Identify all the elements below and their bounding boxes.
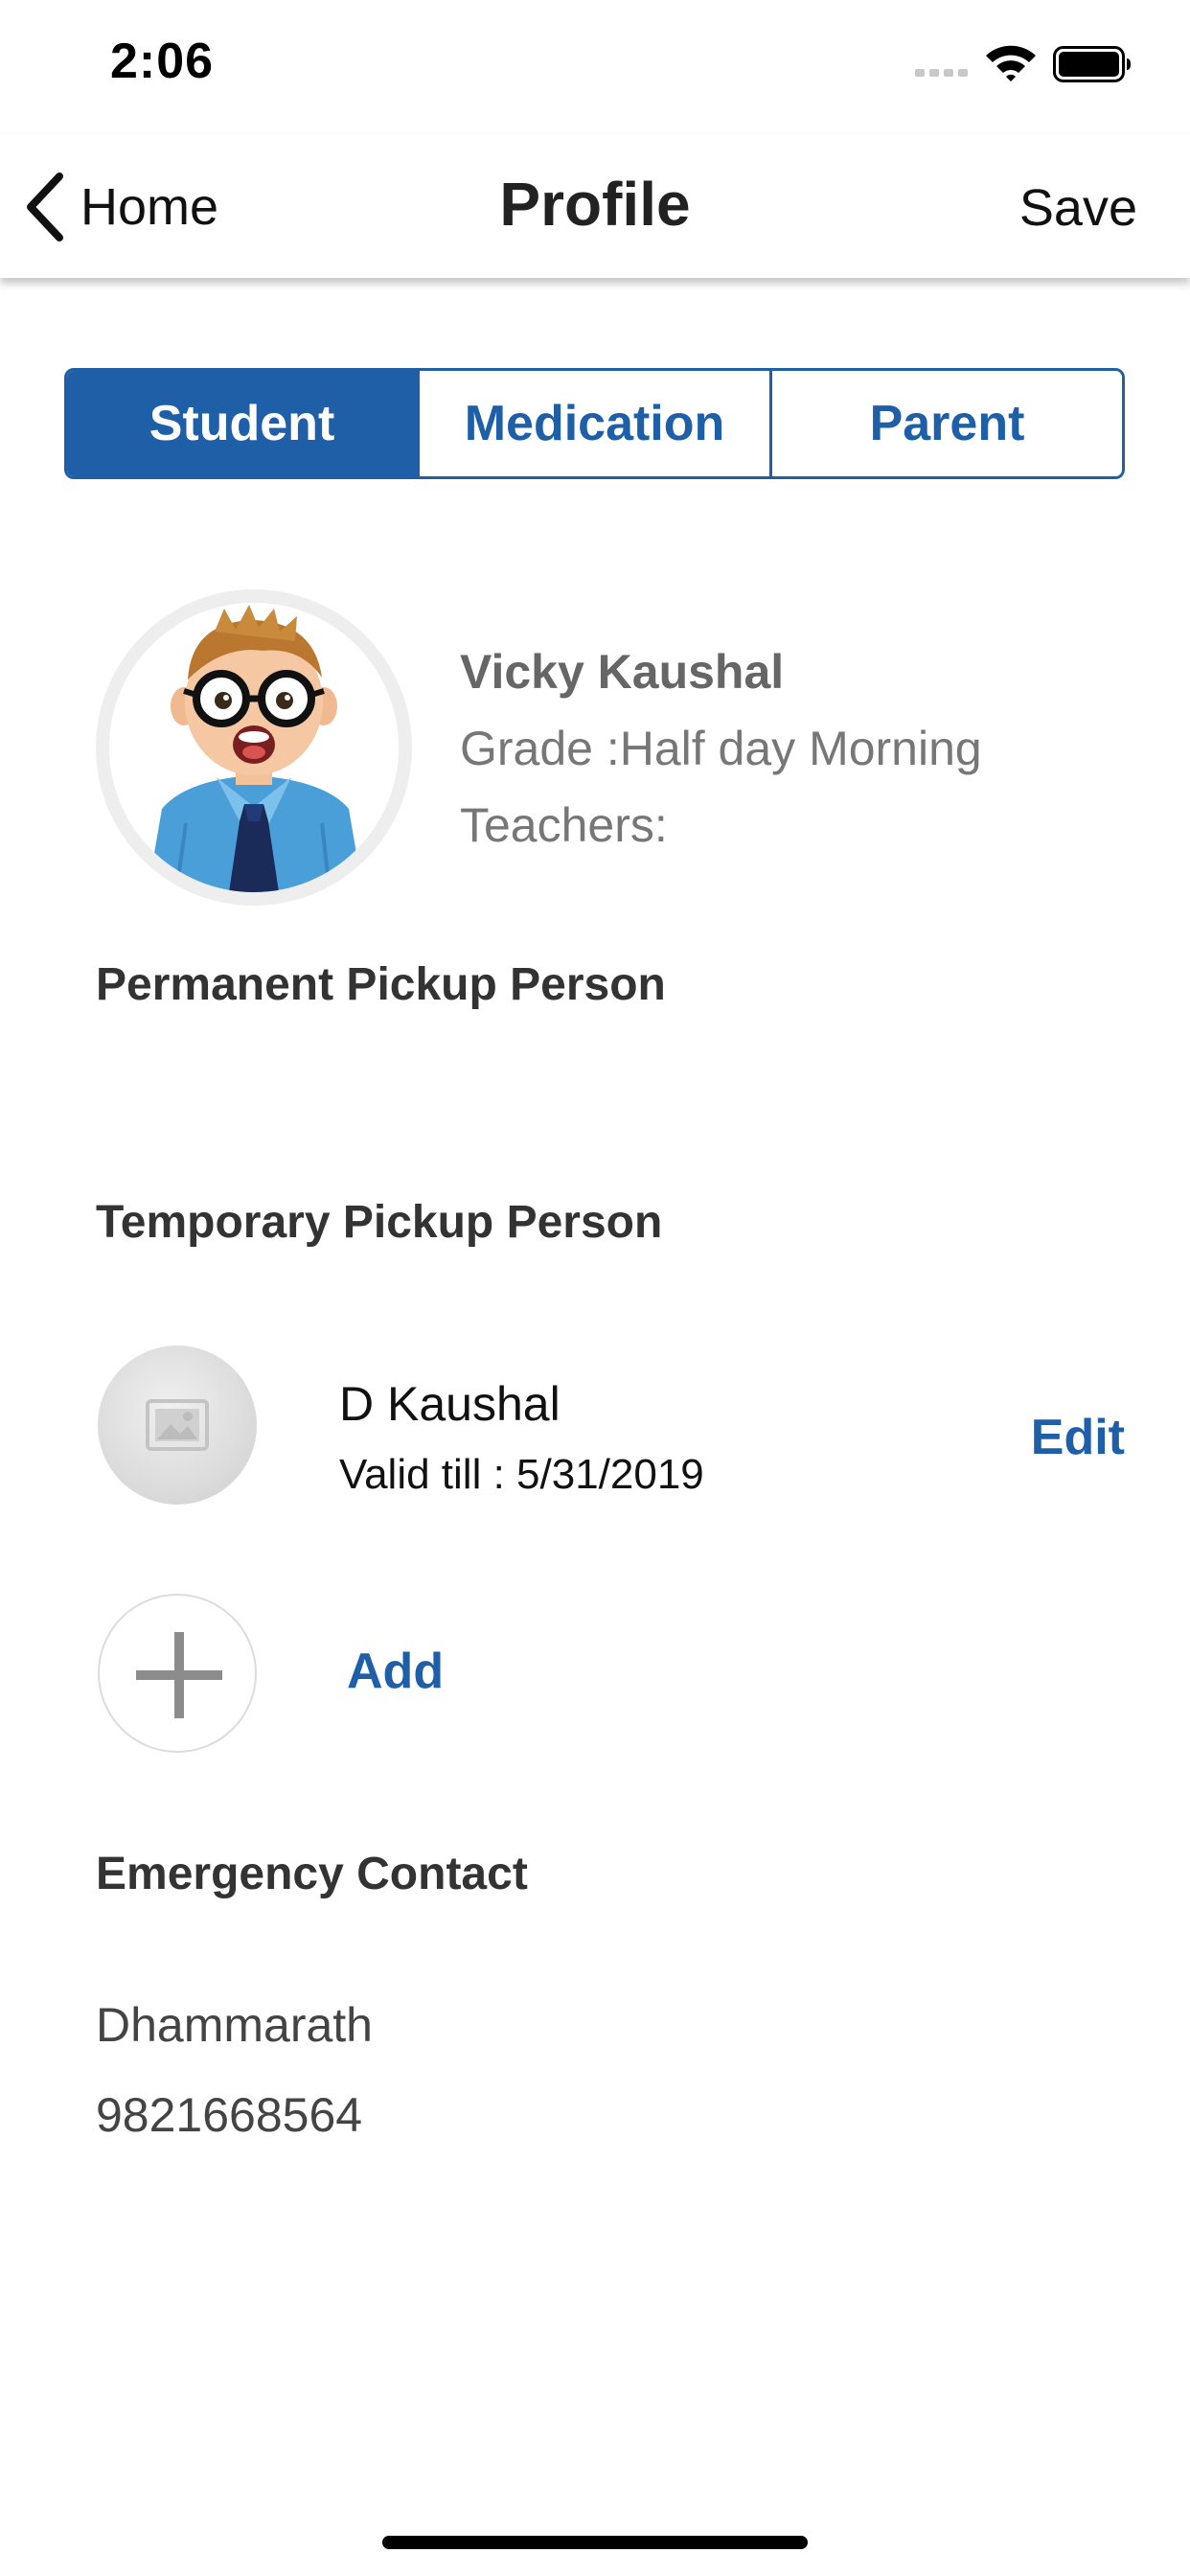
pickup-person-valid-till: Valid till : 5/31/2019 <box>339 1451 704 1498</box>
student-avatar <box>96 589 412 906</box>
student-photo <box>109 603 399 892</box>
emergency-contact-heading: Emergency Contact <box>96 1849 528 1899</box>
student-name: Vicky Kaushal <box>460 645 785 699</box>
pickup-person-avatar <box>98 1346 257 1505</box>
page-title: Profile <box>499 170 691 239</box>
battery-icon <box>1053 46 1131 82</box>
image-placeholder-icon <box>146 1399 209 1451</box>
save-button[interactable]: Save <box>1019 178 1137 238</box>
tab-student[interactable]: Student <box>67 371 417 476</box>
pickup-person-name: D Kaushal <box>339 1377 561 1431</box>
emergency-contact-name: Dhammarath <box>96 1998 373 2052</box>
add-pickup-label[interactable]: Add <box>347 1643 444 1700</box>
wifi-icon <box>986 45 1036 81</box>
student-teachers: Teachers: <box>460 798 668 852</box>
temporary-pickup-heading: Temporary Pickup Person <box>96 1197 663 1248</box>
plus-icon <box>136 1632 222 1718</box>
status-time: 2:06 <box>110 34 215 89</box>
tab-parent[interactable]: Parent <box>769 371 1122 476</box>
profile-tabs: Student Medication Parent <box>64 368 1125 479</box>
add-pickup-button[interactable] <box>98 1594 257 1753</box>
permanent-pickup-heading: Permanent Pickup Person <box>96 959 666 1010</box>
tab-medication[interactable]: Medication <box>417 371 769 476</box>
student-grade: Grade :Half day Morning <box>460 722 982 775</box>
signal-icon <box>915 69 968 77</box>
home-indicator <box>382 2536 808 2549</box>
profile-screen: 2:06 Home Profile Save Student Medicatio… <box>0 0 1190 2576</box>
edit-pickup-button[interactable]: Edit <box>1031 1409 1125 1466</box>
navigation-bar: Home Profile Save <box>0 134 1190 278</box>
status-bar: 2:06 <box>0 0 1190 134</box>
emergency-contact-phone[interactable]: 9821668564 <box>96 2087 362 2143</box>
